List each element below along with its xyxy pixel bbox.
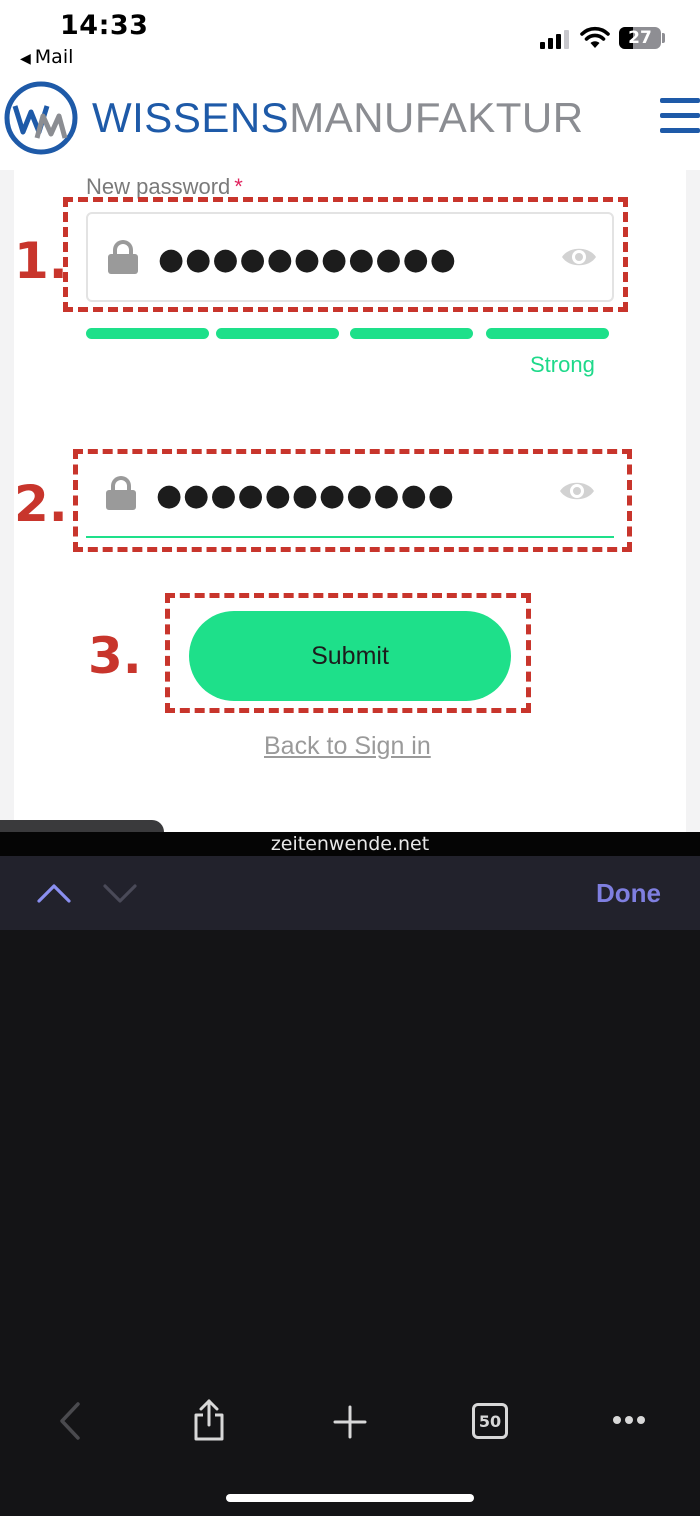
annotation-number-1: 1. (14, 232, 68, 290)
tab-count: 50 (478, 1412, 502, 1431)
previous-field-chevron-up-icon[interactable] (36, 882, 72, 904)
tabs-count-icon[interactable]: 50 (472, 1403, 508, 1439)
annotation-box-1 (63, 197, 628, 312)
strength-segment (216, 328, 339, 339)
password-strength-label: Strong (530, 352, 595, 377)
done-button[interactable]: Done (596, 878, 661, 909)
strength-segment (86, 328, 209, 339)
home-indicator[interactable] (226, 1494, 474, 1502)
brand-light: MANUFAKTUR (289, 94, 584, 141)
wm-logo-icon[interactable] (3, 80, 79, 156)
back-to-sign-in-link[interactable]: Back to Sign in (264, 732, 431, 761)
cellular-signal-icon (540, 29, 572, 49)
annotation-number-2: 2. (14, 475, 68, 533)
share-icon[interactable] (192, 1398, 226, 1442)
status-bar: 14:33 ◀ Mail 27 (0, 0, 700, 72)
brand-wordmark[interactable]: WISSENSMANUFAKTUR (92, 94, 584, 142)
back-chevron-icon[interactable] (56, 1400, 82, 1442)
status-time: 14:33 (60, 10, 149, 41)
annotation-box-3 (165, 593, 531, 713)
back-app-label: Mail (34, 46, 74, 68)
new-tab-plus-icon[interactable] (333, 1405, 367, 1439)
next-field-chevron-down-icon[interactable] (102, 882, 138, 904)
menu-icon[interactable] (660, 98, 700, 134)
strength-segment (486, 328, 609, 339)
battery-cap (662, 33, 665, 43)
back-arrow-icon: ◀ (20, 51, 31, 67)
strength-segment (350, 328, 473, 339)
url-text[interactable]: zeitenwende.net (0, 832, 700, 856)
site-header: WISSENSMANUFAKTUR (0, 72, 700, 170)
battery-level: 27 (628, 28, 652, 48)
back-to-app-link[interactable]: ◀ Mail (20, 46, 73, 68)
battery-icon: 27 (619, 27, 661, 49)
password-strength-meter (86, 328, 610, 340)
required-marker: * (234, 174, 243, 199)
wifi-icon (580, 26, 610, 48)
more-options-icon[interactable] (612, 1414, 646, 1426)
annotation-box-2 (73, 449, 632, 552)
annotation-number-3: 3. (88, 627, 142, 685)
brand-bold: WISSENS (92, 94, 290, 141)
new-password-label-text: New password (86, 174, 231, 199)
